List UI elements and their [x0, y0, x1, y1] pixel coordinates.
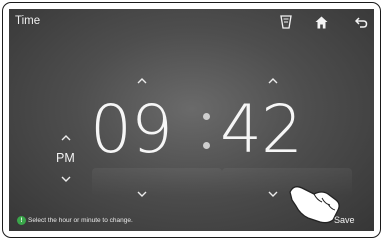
minute-value[interactable]: 42 — [220, 97, 303, 163]
hour-reflection — [92, 168, 222, 196]
colon-dot-top — [203, 113, 210, 120]
period-down-arrow[interactable] — [59, 174, 73, 184]
page-title: Time — [15, 15, 41, 27]
info-icon: ! — [17, 216, 26, 225]
period-up-arrow[interactable] — [59, 133, 73, 143]
colon-dot-bottom — [203, 142, 210, 149]
home-icon[interactable] — [311, 13, 331, 31]
hour-up-arrow[interactable] — [135, 76, 149, 86]
hour-value[interactable]: 09 — [90, 97, 173, 163]
save-button[interactable]: Save — [334, 215, 355, 225]
period-selector[interactable]: PM — [56, 151, 75, 165]
hint-text: Select the hour or minute to change. — [28, 217, 133, 224]
minute-up-arrow[interactable] — [266, 76, 280, 86]
cup-icon[interactable] — [276, 13, 296, 31]
back-icon[interactable] — [351, 13, 371, 31]
